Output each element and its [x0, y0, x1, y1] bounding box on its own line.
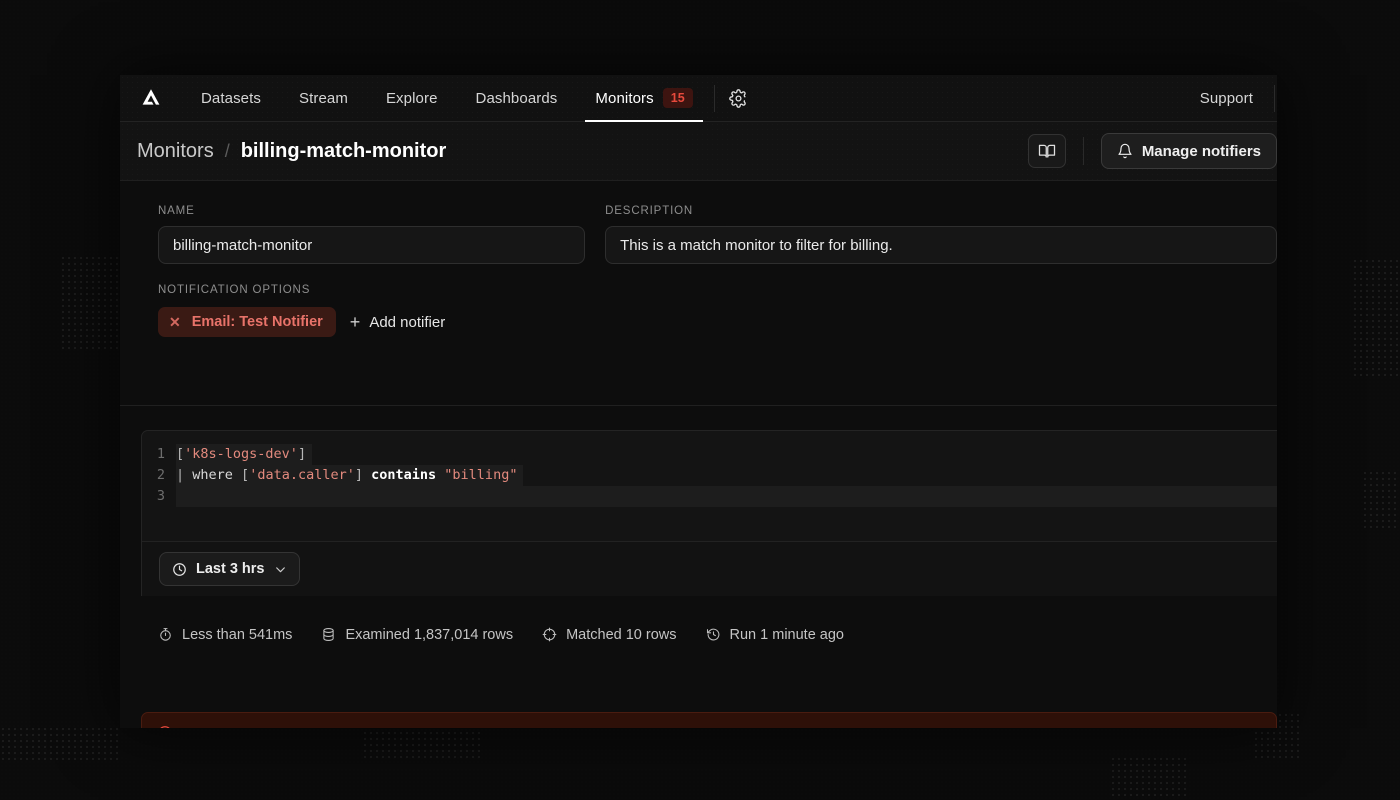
- breadcrumb-action-divider: [1082, 137, 1084, 165]
- status-text: Examined 1,837,014 rows: [345, 626, 514, 643]
- code-token: |: [176, 467, 193, 483]
- time-range-label: Last 3 hrs: [196, 561, 265, 577]
- database-icon: [321, 627, 336, 642]
- code-token: ]: [297, 446, 307, 462]
- breadcrumb-separator: /: [224, 140, 230, 161]
- breadcrumb-parent-link[interactable]: Monitors: [137, 140, 214, 163]
- nav-item-stream[interactable]: Stream: [280, 75, 367, 121]
- top-navigation-bar: Datasets Stream Explore Dashboards Monit…: [120, 75, 1277, 122]
- description-field-group: DESCRIPTION: [605, 205, 1277, 264]
- clock-icon: [172, 562, 187, 577]
- code-token: where: [192, 467, 242, 483]
- manage-notifiers-button[interactable]: Manage notifiers: [1100, 133, 1277, 169]
- line-number: 3: [156, 488, 165, 504]
- nav-right-group: Support: [1181, 75, 1277, 121]
- decorative-dot-block: [1110, 756, 1190, 800]
- code-line: 2 | where ['data.caller'] contains "bill…: [142, 465, 1277, 486]
- notifier-chip-label: Email: Test Notifier: [191, 314, 323, 330]
- monitors-count-badge: 15: [662, 88, 693, 108]
- status-text: Less than 541ms: [182, 626, 293, 643]
- decorative-dot-block: [1362, 470, 1400, 530]
- page-title: billing-match-monitor: [240, 139, 447, 162]
- add-notifier-button[interactable]: + Add notifier: [350, 313, 445, 331]
- app-window: Datasets Stream Explore Dashboards Monit…: [120, 75, 1277, 728]
- add-notifier-label: Add notifier: [369, 313, 446, 331]
- breadcrumb-bar: Monitors / billing-match-monitor Manage …: [120, 122, 1277, 181]
- status-examined-rows: Examined 1,837,014 rows: [321, 627, 513, 643]
- decorative-dot-block: [362, 730, 482, 760]
- gear-icon[interactable]: [717, 75, 761, 121]
- nav-item-label: Monitors: [595, 89, 654, 107]
- decorative-dot-block: [0, 726, 120, 760]
- nav-item-explore[interactable]: Explore: [367, 75, 457, 121]
- history-icon: [706, 627, 721, 642]
- nav-item-label: Datasets: [201, 89, 261, 107]
- code-line: 3: [142, 486, 1277, 507]
- code-token: 'data.caller': [249, 467, 355, 483]
- status-text: Run 1 minute ago: [729, 626, 844, 643]
- support-label: Support: [1199, 89, 1253, 107]
- name-input[interactable]: [158, 226, 586, 264]
- notification-options-group: NOTIFICATION OPTIONS ✕ Email: Test Notif…: [158, 284, 1277, 337]
- notifier-row: ✕ Email: Test Notifier + Add notifier: [158, 307, 1277, 337]
- code-token: [: [176, 446, 185, 462]
- nav-divider: [713, 84, 715, 112]
- nav-item-datasets[interactable]: Datasets: [182, 75, 280, 121]
- chevron-down-icon: [274, 563, 287, 576]
- notifier-chip-email-test-notifier[interactable]: ✕ Email: Test Notifier: [158, 307, 336, 337]
- name-description-row: NAME DESCRIPTION: [158, 205, 1277, 264]
- line-number: 1: [156, 446, 165, 462]
- decorative-dot-block: [1352, 258, 1400, 376]
- bell-icon: [1117, 143, 1133, 159]
- query-status-strip: Less than 541ms Examined 1,837,014 rows …: [120, 596, 1277, 652]
- alert-message: There is an error with this field.: [184, 725, 375, 728]
- nav-item-monitors[interactable]: Monitors 15: [576, 75, 711, 122]
- name-label: NAME: [158, 205, 195, 217]
- nav-item-label: Explore: [385, 89, 438, 107]
- nav-item-support[interactable]: Support: [1181, 75, 1272, 121]
- nav-item-label: Stream: [299, 89, 348, 107]
- code-token: [: [241, 467, 250, 483]
- nav-item-dashboards[interactable]: Dashboards: [457, 75, 577, 121]
- name-field-group: NAME: [158, 205, 586, 264]
- status-last-run: Run 1 minute ago: [706, 627, 844, 643]
- code-line-content: [176, 486, 1277, 507]
- close-icon[interactable]: ✕: [169, 315, 181, 329]
- code-line: 1 ['k8s-logs-dev']: [142, 444, 1277, 465]
- nav-item-list: Datasets Stream Explore Dashboards Monit…: [182, 75, 712, 122]
- query-toolbar: Last 3 hrs: [142, 541, 1277, 596]
- query-editor-panel: 1 ['k8s-logs-dev'] 2 | where ['data.call…: [141, 430, 1277, 596]
- axiom-logo-icon[interactable]: [120, 86, 182, 110]
- monitor-form-section: NAME DESCRIPTION NOTIFICATION OPTIONS ✕ …: [120, 181, 1277, 406]
- nav-item-label: Dashboards: [475, 89, 558, 107]
- notification-options-label: NOTIFICATION OPTIONS: [158, 284, 311, 296]
- book-icon[interactable]: [1027, 134, 1066, 168]
- code-token: 'k8s-logs-dev': [184, 446, 298, 462]
- target-icon: [542, 627, 557, 642]
- line-number: 2: [156, 467, 165, 483]
- nav-divider: [1274, 84, 1275, 112]
- status-duration: Less than 541ms: [158, 627, 292, 643]
- code-token: contains: [371, 467, 437, 483]
- code-token: "billing": [444, 467, 518, 483]
- breadcrumb: Monitors / billing-match-monitor: [137, 140, 446, 163]
- stopwatch-icon: [158, 627, 173, 642]
- breadcrumb-actions: Manage notifiers: [1027, 133, 1277, 169]
- plus-icon: +: [349, 312, 361, 332]
- code-line-content: | where ['data.caller'] contains "billin…: [176, 465, 524, 486]
- time-range-picker[interactable]: Last 3 hrs: [159, 552, 300, 586]
- description-input[interactable]: [605, 226, 1277, 264]
- description-label: DESCRIPTION: [605, 205, 694, 217]
- status-matched-rows: Matched 10 rows: [542, 626, 677, 643]
- error-circle-icon: [157, 725, 173, 728]
- query-code-editor[interactable]: 1 ['k8s-logs-dev'] 2 | where ['data.call…: [142, 431, 1277, 541]
- manage-notifiers-label: Manage notifiers: [1141, 142, 1261, 160]
- status-text: Matched 10 rows: [566, 626, 677, 643]
- code-token: ]: [354, 467, 372, 483]
- code-line-content: ['k8s-logs-dev']: [176, 444, 313, 465]
- error-alert-bar: There is an error with this field.: [141, 712, 1277, 728]
